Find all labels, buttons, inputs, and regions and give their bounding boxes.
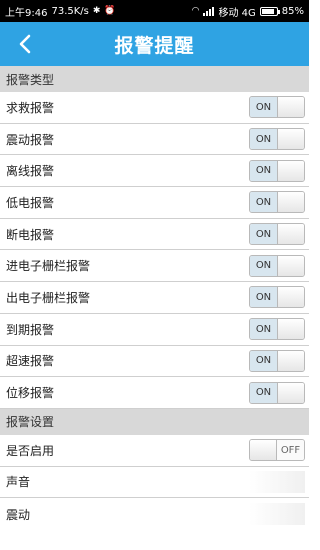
toggle-knob: [277, 97, 304, 118]
network-speed: 73.5K/s: [51, 5, 89, 17]
wifi-icon: ◠: [191, 6, 200, 16]
alarm-row: 断电报警 ON: [0, 218, 309, 251]
alarm-toggle[interactable]: ON: [249, 128, 305, 151]
alarm-row: 超速报警 ON: [0, 345, 309, 378]
battery-icon: [259, 6, 280, 16]
alarm-label: 位移报警: [6, 386, 55, 401]
alarm-toggle[interactable]: ON: [249, 286, 305, 309]
alarm-label: 超速报警: [6, 354, 55, 369]
chevron-left-icon: [19, 34, 31, 54]
bluetooth-icon: ✱: [92, 6, 101, 16]
section-alarm-settings: 报警设置: [0, 408, 309, 435]
toggle-knob: [277, 319, 304, 340]
status-bar-left: 上午9:46 73.5K/s ✱ ⏰: [5, 4, 116, 19]
toggle-knob: [277, 160, 304, 181]
toggle-state: ON: [250, 350, 277, 371]
alarm-label: 断电报警: [6, 227, 55, 242]
alarm-label: 进电子栅栏报警: [6, 259, 91, 274]
toggle-knob: [277, 350, 304, 371]
alarm-type-list: 求救报警 ON 震动报警 ON 离线报警 ON 低电报警 ON 断电报警 ON 进电子栅栏报警 ON 出…: [0, 92, 309, 409]
alarm-row: 进电子栅栏报警 ON: [0, 250, 309, 283]
setting-label: 震动: [6, 507, 31, 522]
toggle-state: ON: [250, 287, 277, 308]
toggle-state: ON: [250, 192, 277, 213]
alarm-label: 离线报警: [6, 164, 55, 179]
toggle-state: ON: [250, 129, 277, 150]
alarm-row: 离线报警 ON: [0, 155, 309, 188]
toggle-knob: [277, 129, 304, 150]
status-time: 上午9:46: [5, 7, 48, 19]
setting-row-enable: 是否启用 OFF: [0, 434, 309, 467]
page-title: 报警提醒: [114, 34, 195, 57]
toggle-knob: [277, 382, 304, 403]
alarm-row: 求救报警 ON: [0, 92, 309, 124]
enable-toggle[interactable]: OFF: [249, 439, 305, 462]
toggle-knob: [277, 255, 304, 276]
toggle-knob: [277, 224, 304, 245]
alarm-toggle[interactable]: ON: [249, 223, 305, 246]
app-header: 报警提醒: [0, 22, 309, 66]
toggle-knob: [277, 192, 304, 213]
signal-icon: [203, 6, 215, 16]
alarm-row: 到期报警 ON: [0, 313, 309, 346]
alarm-toggle[interactable]: ON: [249, 318, 305, 341]
alarm-icon: ⏰: [104, 6, 116, 16]
section-alarm-types: 报警类型: [0, 66, 309, 92]
setting-label: 声音: [6, 475, 31, 490]
toggle-state: ON: [250, 382, 277, 403]
setting-row-vibrate: 震动: [0, 498, 309, 530]
status-bar-right: ◠ 移动 4G 85%: [192, 4, 304, 19]
alarm-label: 到期报警: [6, 322, 55, 337]
setting-label: 是否启用: [6, 443, 55, 458]
battery-percent: 85%: [281, 5, 304, 17]
alarm-row: 出电子栅栏报警 ON: [0, 282, 309, 314]
alarm-label: 震动报警: [6, 132, 55, 147]
alarm-toggle[interactable]: ON: [249, 96, 305, 119]
carrier-label: 移动 4G: [218, 7, 256, 19]
alarm-row: 位移报警 ON: [0, 377, 309, 409]
alarm-label: 求救报警: [6, 100, 55, 115]
status-bar: 上午9:46 73.5K/s ✱ ⏰ ◠ 移动 4G 85%: [0, 0, 309, 22]
vibrate-toggle[interactable]: [249, 503, 305, 526]
toggle-state: ON: [250, 255, 277, 276]
alarm-toggle[interactable]: ON: [249, 159, 305, 182]
sound-toggle[interactable]: [249, 470, 305, 493]
alarm-label: 低电报警: [6, 195, 55, 210]
alarm-toggle[interactable]: ON: [249, 349, 305, 372]
back-button[interactable]: [10, 22, 40, 66]
toggle-state: ON: [250, 319, 277, 340]
toggle-knob: [277, 287, 304, 308]
toggle-state: ON: [250, 160, 277, 181]
setting-row-sound: 声音: [0, 466, 309, 499]
alarm-toggle[interactable]: ON: [249, 191, 305, 214]
toggle-state: ON: [250, 224, 277, 245]
alarm-toggle[interactable]: ON: [249, 254, 305, 277]
alarm-row: 震动报警 ON: [0, 123, 309, 156]
alarm-toggle[interactable]: ON: [249, 381, 305, 404]
toggle-state: OFF: [277, 440, 304, 461]
toggle-knob: [250, 440, 277, 461]
toggle-state: ON: [250, 97, 277, 118]
alarm-label: 出电子栅栏报警: [6, 290, 91, 305]
alarm-row: 低电报警 ON: [0, 187, 309, 219]
